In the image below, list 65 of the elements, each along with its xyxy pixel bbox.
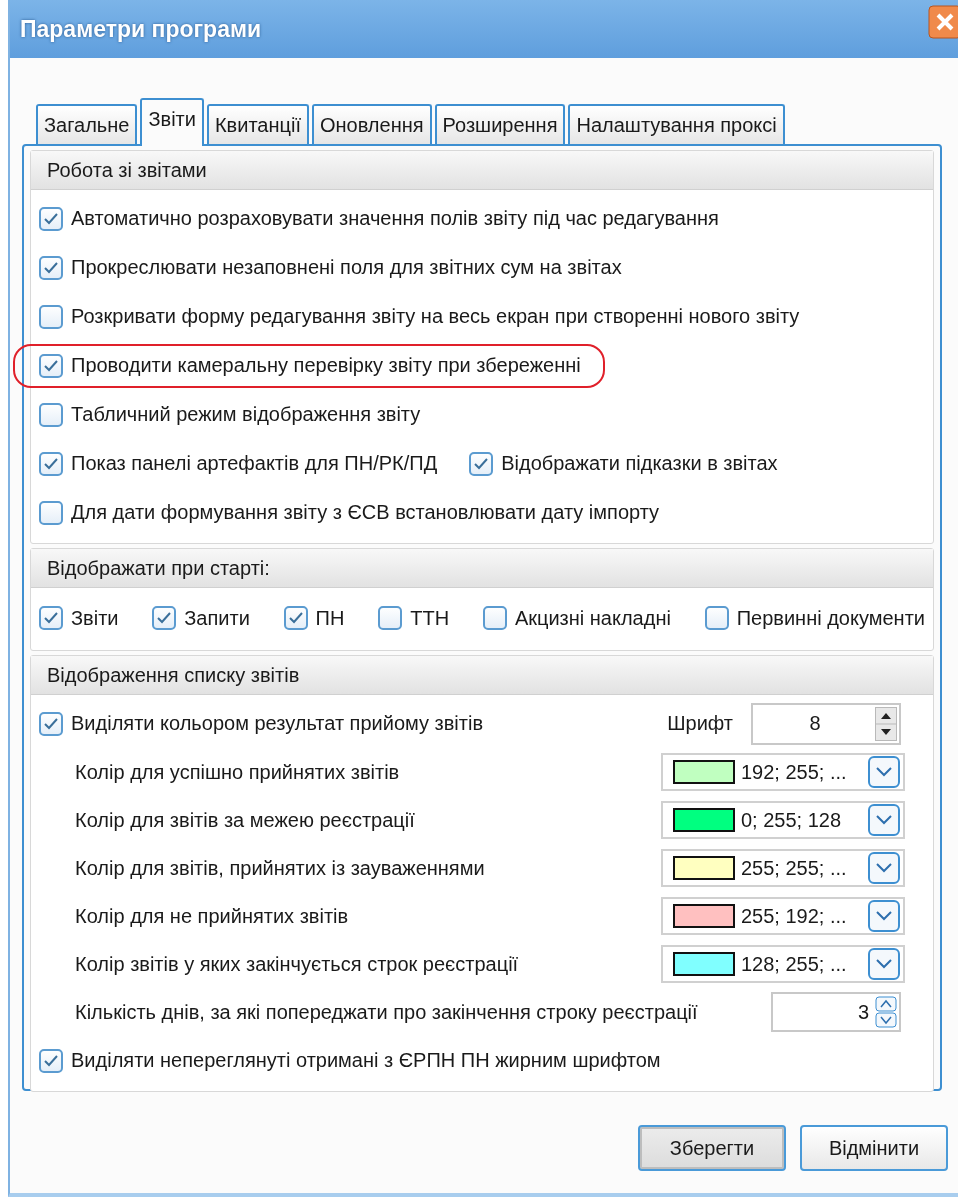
checkbox[interactable] (39, 255, 63, 280)
checkbox-label[interactable]: Для дати формування звіту з ЄСВ встановлювати дату імпорту (71, 501, 660, 524)
checkbox-label[interactable]: Автоматично розраховувати значення полів звіту під час редагування (71, 207, 719, 230)
tab[interactable]: Квитанції (206, 104, 309, 144)
tab[interactable]: Налаштування проксі (568, 104, 785, 144)
dropdown-button[interactable] (868, 852, 900, 884)
checkbox[interactable] (39, 711, 63, 736)
field-label: Колір для звітів, прийнятих із зауваженнями (75, 856, 485, 880)
color-dropdown[interactable]: 255; 255; ... (661, 849, 905, 887)
tab[interactable]: Оновлення (311, 104, 432, 144)
checkbox-label[interactable]: Розкривати форму редагування звіту на весь екран при створенні нового звіту (71, 305, 800, 328)
checkbox[interactable] (39, 500, 63, 525)
checkbox[interactable] (39, 451, 63, 476)
checkbox[interactable] (39, 353, 63, 378)
checkbox[interactable] (152, 606, 177, 630)
color-dropdown[interactable]: 128; 255; ... (661, 945, 905, 983)
checkbox-label[interactable]: ПН (315, 606, 345, 630)
checkbox[interactable] (39, 304, 63, 329)
section-header: Відображати при старті: (31, 549, 933, 588)
checkbox[interactable] (469, 451, 494, 476)
dropdown-button[interactable] (868, 756, 900, 788)
dropdown-button[interactable] (868, 948, 900, 980)
field-label: Кількість днів, за які попереджати про закінчення строку реєстрації (75, 1000, 698, 1024)
spin-arrows-icon[interactable] (875, 706, 897, 741)
checkbox[interactable] (283, 606, 308, 630)
field-label: Колір для звітів за межею реєстрації (75, 808, 415, 832)
checkbox[interactable] (39, 402, 63, 427)
field-label: Колір для успішно прийнятих звітів (75, 760, 400, 784)
field-label: Колір для не прийнятих звітів (75, 904, 349, 928)
window-title: Параметри програми (20, 15, 262, 43)
close-icon[interactable] (928, 5, 958, 39)
color-dropdown[interactable]: 192; 255; ... (661, 753, 905, 791)
dropdown-button[interactable] (868, 804, 900, 836)
checkbox-label[interactable]: Показ панелі артефактів для ПН/РК/ПД (71, 452, 438, 475)
field-label: Колір звітів у яких закінчується строк реєстрації (75, 952, 519, 976)
checkbox-label[interactable]: Проводити камеральну перевірку звіту при збереженні (71, 354, 581, 377)
color-dropdown[interactable]: 255; 192; ... (661, 897, 905, 935)
tab[interactable]: Звіти (140, 98, 204, 146)
dialog-button[interactable]: Відмінити (800, 1125, 948, 1171)
checkbox-label[interactable]: Акцизні накладні (514, 606, 671, 630)
checkbox[interactable] (39, 1048, 63, 1073)
tab[interactable]: Загальне (36, 104, 138, 144)
spin-field[interactable]: 8 (751, 702, 901, 745)
checkbox[interactable] (39, 606, 63, 630)
checkbox-label[interactable]: ТТН (410, 606, 450, 630)
color-dropdown[interactable]: 0; 255; 128 (661, 801, 905, 839)
checkbox[interactable] (378, 606, 403, 630)
checkbox[interactable] (482, 606, 507, 630)
checkbox-label[interactable]: Прокреслювати незаповнені поля для звітних сум на звітах (71, 256, 622, 279)
checkbox-label[interactable]: Виділяти кольором результат прийому звітів (71, 712, 484, 735)
section-header: Робота зі звітами (31, 151, 933, 190)
checkbox-label[interactable]: Відображати підказки в звітах (501, 452, 778, 475)
spin-field[interactable]: 3 (771, 992, 901, 1032)
dialog-button[interactable]: Зберегти (638, 1125, 786, 1171)
dropdown-button[interactable] (868, 900, 900, 932)
checkbox-label[interactable]: Запити (184, 606, 250, 630)
tab[interactable]: Розширення (434, 104, 566, 144)
section-header: Відображення списку звітів (31, 656, 933, 695)
checkbox[interactable] (704, 606, 729, 630)
checkbox-label[interactable]: Табличний режим відображення звіту (71, 403, 421, 426)
checkbox[interactable] (39, 206, 63, 231)
checkbox-label[interactable]: Виділяти непереглянуті отримані з ЄРПН ПН жирним шрифтом (71, 1049, 661, 1072)
field-label: Шрифт (667, 712, 733, 735)
checkbox-label[interactable]: Первинні документи (736, 606, 925, 630)
checkbox-label[interactable]: Звіти (71, 606, 119, 630)
